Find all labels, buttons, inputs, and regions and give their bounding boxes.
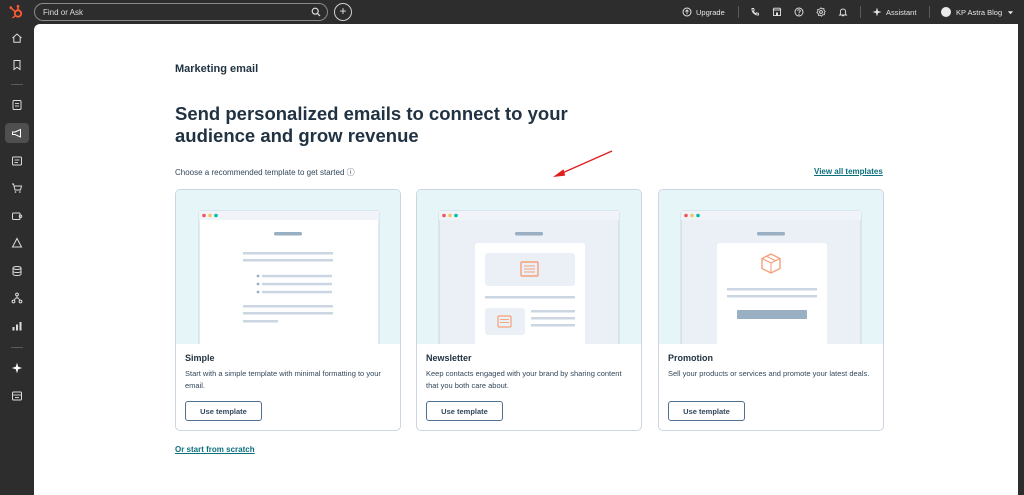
phone-icon: [751, 8, 759, 16]
bell-icon: [838, 8, 848, 17]
template-prompt: Choose a recommended template to get sta…: [175, 167, 355, 178]
use-template-button-simple[interactable]: Use template: [185, 401, 262, 421]
newsletter-preview-illustration: [438, 210, 620, 352]
use-template-button-newsletter[interactable]: Use template: [426, 401, 503, 421]
template-prompt-text: Choose a recommended template to get sta…: [175, 168, 345, 177]
template-title: Newsletter: [426, 353, 472, 363]
notifications-button[interactable]: [838, 0, 848, 24]
marketing-megaphone-icon[interactable]: [11, 127, 23, 139]
template-card-simple[interactable]: Simple Start with a simple template with…: [175, 189, 401, 431]
database-icon[interactable]: [11, 265, 23, 277]
account-name: KP Astra Blog: [956, 7, 1003, 17]
template-preview-simple: [176, 190, 400, 352]
template-card-newsletter[interactable]: Newsletter Keep contacts engaged with yo…: [416, 189, 642, 431]
create-new-button[interactable]: +: [334, 3, 352, 21]
structure-icon[interactable]: [11, 292, 23, 304]
ai-sparkle-icon[interactable]: [11, 362, 23, 374]
reports-icon[interactable]: [11, 320, 23, 332]
calling-button[interactable]: [750, 0, 760, 24]
marketplace-button[interactable]: [772, 0, 782, 24]
home-icon[interactable]: [11, 32, 23, 44]
content-icon[interactable]: [11, 155, 23, 167]
help-icon: [794, 7, 804, 17]
page-headline: Send personalized emails to connect to y…: [175, 103, 568, 146]
assistant-label: Assistant: [886, 7, 917, 17]
template-preview-promotion: [659, 190, 883, 352]
caret-down-icon: [1008, 10, 1014, 14]
promotion-preview-illustration: [680, 210, 862, 352]
search-input[interactable]: [43, 6, 303, 18]
view-all-templates-link[interactable]: View all templates: [814, 167, 883, 176]
template-description: Sell your products or services and promo…: [668, 369, 870, 378]
automation-icon[interactable]: [11, 237, 23, 249]
divider: [929, 6, 930, 18]
gear-icon: [816, 7, 826, 17]
template-title: Simple: [185, 353, 215, 363]
service-icon[interactable]: [11, 210, 23, 222]
sidebar-divider: [11, 84, 23, 85]
info-icon[interactable]: ⓘ: [347, 168, 355, 177]
main-content: Marketing email Send personalized emails…: [34, 24, 1018, 495]
sidebar-divider: [11, 347, 23, 348]
hubspot-logo-icon[interactable]: [8, 4, 24, 20]
divider: [860, 6, 861, 18]
search-icon[interactable]: [311, 7, 321, 17]
simple-preview-illustration: [198, 210, 380, 352]
bookmark-icon[interactable]: [11, 59, 23, 71]
page-breadcrumb: Marketing email: [175, 63, 259, 75]
template-description: Keep contacts engaged with your brand by…: [426, 369, 622, 390]
upgrade-button[interactable]: Upgrade: [682, 0, 725, 24]
upgrade-label: Upgrade: [696, 7, 725, 17]
marketplace-icon: [772, 7, 782, 16]
template-preview-newsletter: [417, 190, 641, 352]
account-menu[interactable]: KP Astra Blog: [941, 0, 1014, 24]
divider: [738, 6, 739, 18]
start-from-scratch-link[interactable]: Or start from scratch: [175, 445, 255, 454]
left-sidebar: [0, 24, 34, 495]
sparkle-icon: [872, 7, 882, 17]
template-description: Start with a simple template with minima…: [185, 369, 381, 390]
template-card-promotion[interactable]: Promotion Sell your products or services…: [658, 189, 884, 431]
sidebar-panel-icon[interactable]: [11, 390, 23, 402]
assistant-button[interactable]: Assistant: [872, 0, 916, 24]
top-navigation-bar: + Upgrade: [0, 0, 1024, 24]
use-template-button-promotion[interactable]: Use template: [668, 401, 745, 421]
settings-button[interactable]: [816, 0, 826, 24]
template-title: Promotion: [668, 353, 713, 363]
help-button[interactable]: [794, 0, 804, 24]
contacts-icon[interactable]: [11, 99, 23, 111]
avatar: [941, 7, 951, 17]
upgrade-icon: [682, 7, 692, 17]
search-bar[interactable]: [34, 3, 328, 21]
commerce-icon[interactable]: [11, 182, 23, 194]
